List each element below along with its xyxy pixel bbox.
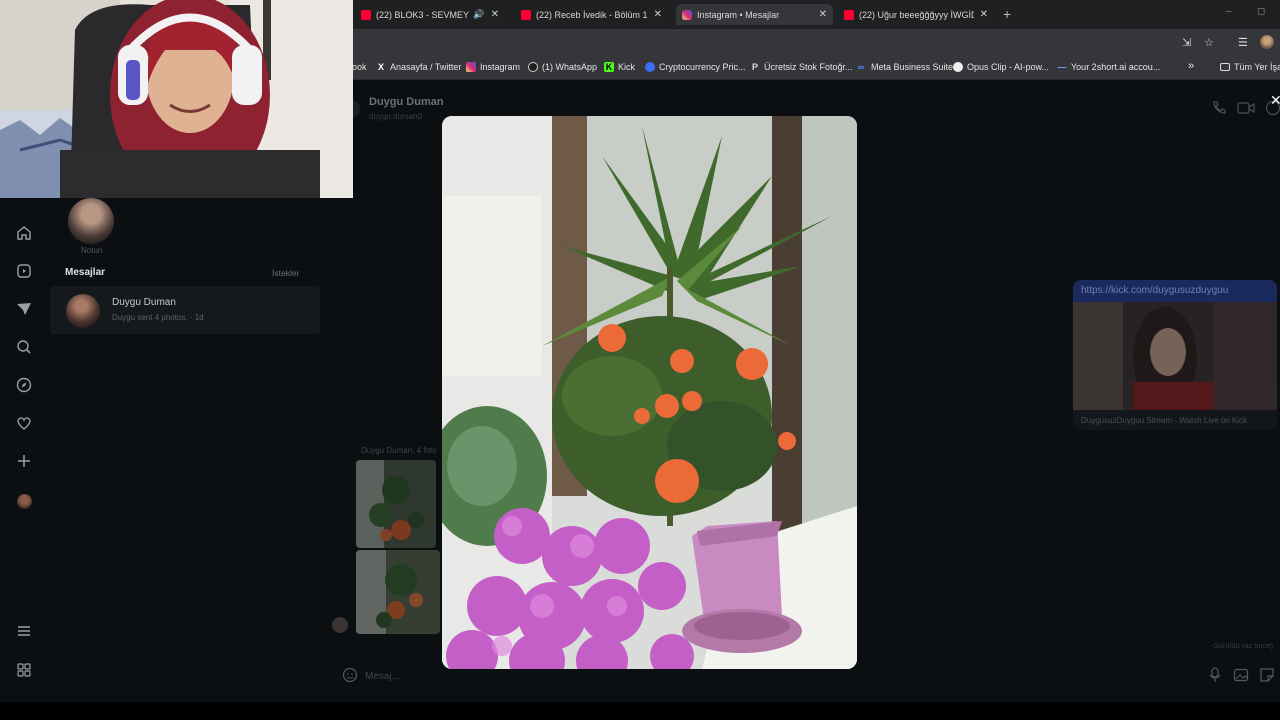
bookmark-kick[interactable]: K Kick	[604, 62, 635, 72]
crypto-icon	[645, 62, 655, 72]
message-input[interactable]: Mesaj...	[365, 671, 400, 682]
browser-tab-1[interactable]: (22) BLOK3 - SEVMEYİ DEN 🔊 ✕	[355, 4, 505, 25]
meta-icon: ∞	[857, 62, 865, 72]
browser-tab-2[interactable]: (22) Receb İvedik - Bölüm 1 ne ✕	[515, 4, 668, 25]
all-bookmarks-folder[interactable]: Tüm Yer İşar	[1220, 62, 1280, 72]
bookmark-twitter[interactable]: X Anasayfa / Twitter	[376, 62, 461, 72]
browser-tab-4[interactable]: (22) Uğur beeeğğğyyy İWGİDŞ ✕	[838, 4, 994, 25]
star-icon[interactable]: ☆	[1204, 36, 1214, 49]
conversation-name: Duygu Duman	[112, 297, 176, 308]
conversation-preview: Duygu sent 4 photos. · 1d	[112, 313, 204, 322]
opus-clip-icon	[953, 62, 963, 72]
media-icon[interactable]: ☰	[1238, 36, 1248, 49]
emoji-icon[interactable]	[342, 667, 358, 686]
menu-icon[interactable]	[14, 622, 34, 642]
image-upload-icon[interactable]	[1233, 667, 1249, 686]
tab-title: (22) Receb İvedik - Bölüm 1 ne	[536, 9, 648, 20]
sticker-icon[interactable]	[1259, 667, 1275, 686]
maximize-icon[interactable]: ◻	[1257, 6, 1265, 17]
photo-thumbnail[interactable]	[356, 460, 436, 548]
browser-tab-instagram[interactable]: Instagram • Mesajlar ✕	[676, 4, 833, 25]
close-tab-icon[interactable]: ✕	[819, 9, 827, 20]
youtube-icon	[521, 9, 531, 20]
search-icon[interactable]	[14, 338, 34, 358]
apps-icon[interactable]	[14, 661, 34, 681]
explore-icon[interactable]	[14, 376, 34, 396]
bookmark-whatsapp[interactable]: (1) WhatsApp	[528, 62, 597, 72]
heart-icon[interactable]	[14, 414, 34, 434]
close-tab-icon[interactable]: ✕	[654, 9, 662, 20]
new-tab-button[interactable]: +	[1003, 6, 1011, 22]
close-viewer-icon[interactable]: ✕	[1270, 92, 1280, 109]
conversation-item[interactable]: Duygu Duman Duygu sent 4 photos. · 1d	[50, 286, 320, 334]
close-tab-icon[interactable]: ✕	[980, 9, 988, 20]
link-title: DuygusuzDuyguu Stream - Watch Live on Ki…	[1081, 416, 1247, 425]
note-label: Notun	[81, 246, 103, 255]
tab-title: (22) BLOK3 - SEVMEYİ DEN	[376, 9, 470, 20]
messages-icon[interactable]	[14, 300, 34, 320]
chat-contact-name[interactable]: Duygu Duman	[369, 96, 444, 108]
instagram-icon	[466, 62, 476, 72]
note-avatar[interactable]	[68, 198, 114, 244]
bookmark-meta[interactable]: ∞ Meta Business Suite	[855, 62, 953, 72]
bookmark-stock-photos[interactable]: P Ücretsiz Stok Fotoğr...	[750, 62, 853, 72]
tab-title: (22) Uğur beeeğğğyyy İWGİDŞ	[859, 9, 974, 20]
speaker-icon[interactable]: 🔊	[473, 9, 484, 20]
bookmarks-overflow-button[interactable]: »	[1188, 60, 1194, 72]
link-preview-card[interactable]: https://kick.com/duygusuzduyguu Duygusuz…	[1073, 280, 1277, 430]
bookmark-instagram[interactable]: Instagram	[466, 62, 520, 72]
instagram-icon	[682, 9, 692, 20]
messages-title: Mesajlar	[65, 267, 106, 278]
x-icon: X	[377, 62, 384, 72]
folder-icon	[1220, 63, 1230, 71]
photo-thumbnail[interactable]	[356, 550, 440, 634]
phone-icon[interactable]	[1210, 100, 1228, 118]
sender-avatar	[332, 617, 348, 633]
profile-avatar[interactable]	[1260, 35, 1274, 49]
taskbar-strip	[0, 702, 1280, 720]
reels-icon[interactable]	[14, 262, 34, 282]
bookmark-crypto[interactable]: Cryptocurrency Pric...	[645, 62, 746, 72]
youtube-icon	[361, 9, 371, 20]
youtube-icon	[844, 9, 854, 20]
seen-status: Görüldü (az önce)	[1213, 641, 1274, 650]
bookmark-2short[interactable]: — Your 2short.ai accou...	[1057, 62, 1161, 72]
requests-link[interactable]: İstekler	[272, 268, 299, 278]
link-preview-image	[1073, 302, 1277, 410]
video-call-icon[interactable]	[1237, 100, 1255, 118]
create-icon[interactable]	[14, 452, 34, 472]
bookmark-item[interactable]: ook	[352, 62, 367, 72]
microphone-icon[interactable]	[1208, 667, 1222, 686]
whatsapp-icon	[528, 62, 538, 72]
avatar	[66, 294, 100, 328]
photo-viewer-image[interactable]	[442, 116, 857, 669]
kick-icon: K	[604, 62, 614, 72]
pexels-icon: P	[751, 62, 758, 72]
profile-avatar[interactable]	[17, 494, 32, 509]
webcam-overlay	[0, 0, 353, 198]
link-url[interactable]: https://kick.com/duygusuzduyguu	[1073, 280, 1277, 302]
tab-title: Instagram • Mesajlar	[697, 9, 780, 20]
minimize-icon[interactable]: –	[1226, 6, 1232, 17]
sender-label: Duygu Duman, 4 foto	[361, 446, 437, 455]
chat-username: duygu.duman0	[369, 112, 422, 121]
bookmark-opus-clip[interactable]: Opus Clip - AI-pow...	[953, 62, 1049, 72]
2short-icon: —	[1057, 62, 1067, 72]
home-icon[interactable]	[14, 224, 34, 244]
close-tab-icon[interactable]: ✕	[491, 9, 499, 20]
install-icon[interactable]: ⇲	[1182, 36, 1191, 49]
